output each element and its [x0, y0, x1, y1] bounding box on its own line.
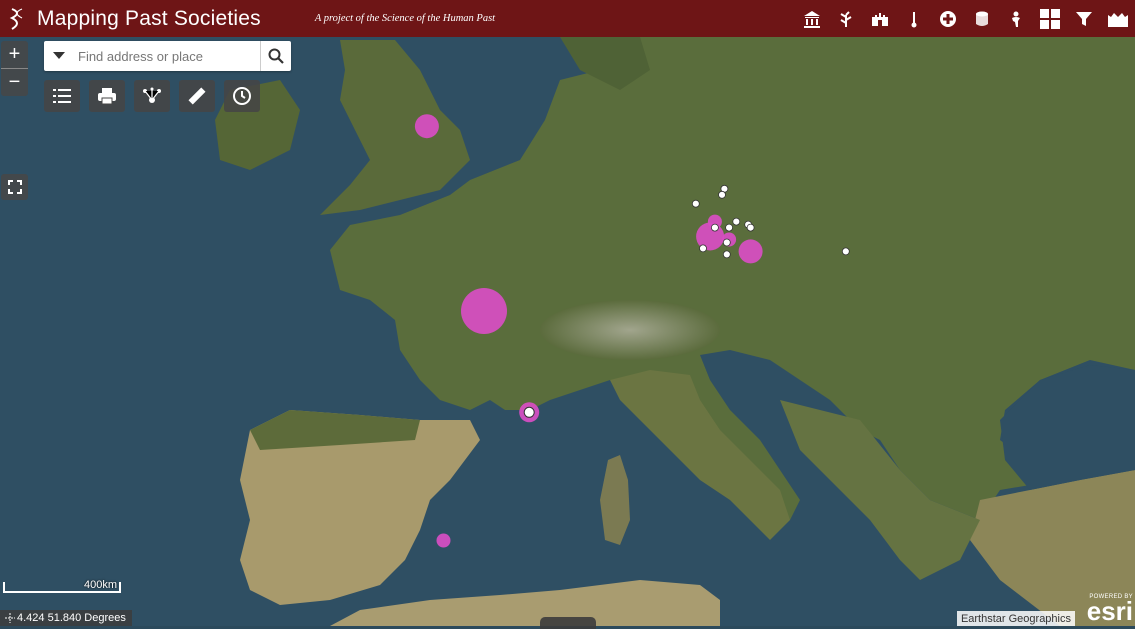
app-subtitle: A project of the Science of the Human Pa…	[314, 13, 496, 24]
plant-icon[interactable]	[829, 0, 863, 37]
search-widget	[44, 41, 291, 71]
header-icon-bar	[795, 0, 1135, 37]
site-marker-white[interactable]	[718, 190, 726, 199]
alps	[540, 300, 720, 360]
app-title: Mapping Past Societies	[37, 6, 261, 30]
layer-list-button[interactable]	[44, 80, 80, 112]
history-icon	[233, 87, 251, 105]
zoom-control: + −	[1, 41, 28, 96]
site-marker-white[interactable]	[691, 199, 700, 208]
analysis-button[interactable]	[134, 80, 170, 112]
print-icon	[98, 88, 116, 105]
site-marker-white[interactable]	[746, 223, 755, 232]
site-marker-medium[interactable]	[738, 239, 763, 264]
site-marker-white[interactable]	[725, 223, 733, 232]
esri-name: esri	[1086, 596, 1133, 626]
fullscreen-icon	[7, 180, 22, 194]
search-button[interactable]	[260, 41, 291, 71]
fortress-icon[interactable]	[863, 0, 897, 37]
attribute-table-toggle[interactable]	[540, 617, 596, 629]
history-button[interactable]	[224, 80, 260, 112]
health-cross-icon[interactable]	[931, 0, 965, 37]
coordinate-text: 4.424 51.840 Degrees	[17, 612, 126, 624]
grid-icon[interactable]	[1033, 0, 1067, 37]
analysis-icon	[143, 87, 161, 103]
search-input[interactable]	[74, 43, 260, 69]
caret-down-icon	[53, 52, 65, 59]
site-marker-white[interactable]	[732, 217, 741, 226]
measure-button[interactable]	[179, 80, 215, 112]
site-marker-white[interactable]	[722, 250, 731, 259]
helix-logo-icon	[9, 7, 23, 30]
coordinate-readout[interactable]: 4.424 51.840 Degrees	[0, 610, 132, 626]
site-marker-small[interactable]	[436, 533, 451, 548]
scale-label: 400km	[84, 579, 118, 591]
figure-icon[interactable]	[999, 0, 1033, 37]
site-marker-large[interactable]	[461, 288, 507, 334]
map-toolbar	[44, 80, 260, 112]
site-marker-white[interactable]	[711, 223, 719, 232]
site-marker-white[interactable]	[722, 238, 731, 247]
print-button[interactable]	[89, 80, 125, 112]
search-icon	[268, 48, 284, 64]
thermometer-icon[interactable]	[897, 0, 931, 37]
museum-icon[interactable]	[795, 0, 829, 37]
zoom-in-button[interactable]: +	[1, 41, 28, 68]
site-marker-medium[interactable]	[414, 114, 439, 139]
app-header: Mapping Past Societies A project of the …	[0, 0, 1135, 37]
castle-icon[interactable]	[1101, 0, 1135, 37]
map-attribution: Earthstar Geographics	[956, 611, 1075, 626]
layer-list-icon	[53, 89, 71, 103]
site-marker-white[interactable]	[841, 247, 850, 256]
site-marker-white[interactable]	[699, 244, 707, 253]
zoom-out-button[interactable]: −	[1, 69, 28, 96]
database-icon[interactable]	[965, 0, 999, 37]
esri-logo[interactable]: POWERED BY esri	[1086, 594, 1133, 626]
search-source-dropdown[interactable]	[44, 41, 74, 71]
measure-icon	[188, 87, 206, 105]
crosshair-icon	[5, 613, 15, 623]
fullscreen-button[interactable]	[1, 174, 28, 200]
filter-icon[interactable]	[1067, 0, 1101, 37]
site-marker-inner[interactable]	[523, 406, 535, 418]
